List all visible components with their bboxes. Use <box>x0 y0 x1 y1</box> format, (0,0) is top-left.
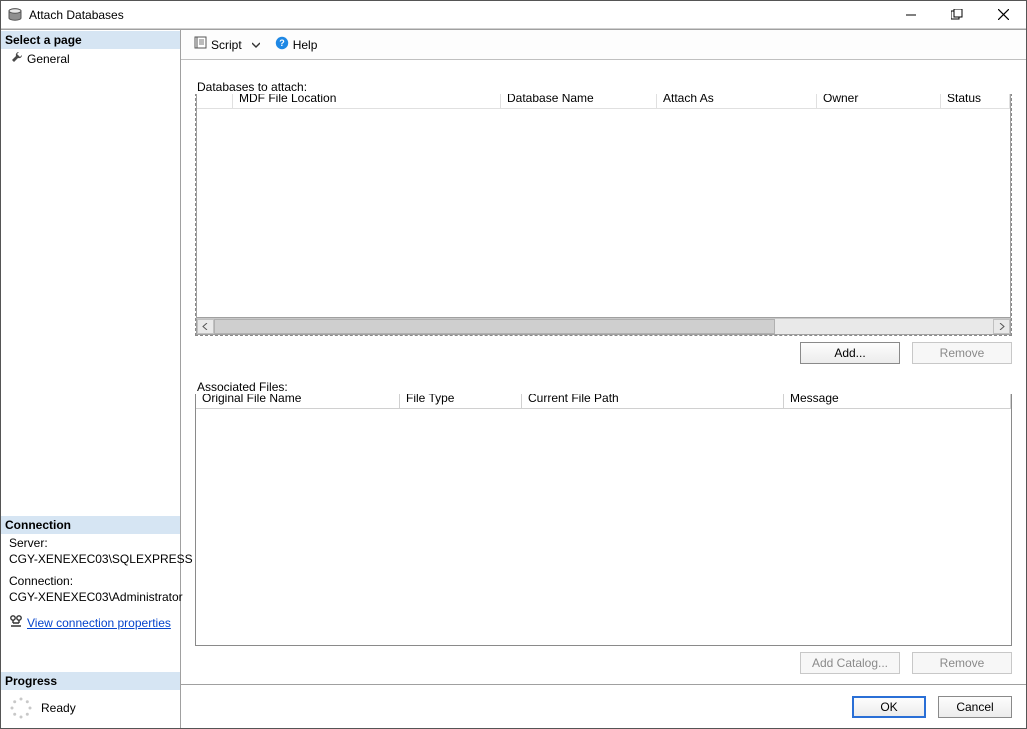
databases-to-attach-grid[interactable]: MDF File Location Database Name Attach A… <box>195 88 1012 336</box>
cancel-button[interactable]: Cancel <box>938 696 1012 718</box>
connection-label: Connection: <box>1 572 180 590</box>
script-label: Script <box>211 38 242 52</box>
progress-header: Progress <box>1 671 180 690</box>
title-bar: Attach Databases <box>1 1 1026 29</box>
scroll-thumb[interactable] <box>214 319 775 334</box>
add-catalog-button[interactable]: Add Catalog... <box>800 652 900 674</box>
chevron-right-icon <box>998 323 1005 330</box>
progress-status-text: Ready <box>41 701 76 715</box>
chevron-left-icon <box>202 323 209 330</box>
server-label: Server: <box>1 534 180 552</box>
connection-value: CGY-XENEXEC03\Administrator <box>1 590 180 610</box>
scroll-left-button[interactable] <box>197 319 214 334</box>
svg-text:?: ? <box>279 38 285 48</box>
dialog-footer: OK Cancel <box>181 684 1026 728</box>
left-navigation-panel: Select a page General Connection Server:… <box>1 30 181 728</box>
server-value: CGY-XENEXEC03\SQLEXPRESS <box>1 552 180 572</box>
wrench-icon <box>11 51 23 66</box>
dialog-toolbar: Script ? Help <box>181 30 1026 60</box>
page-item-general-label: General <box>27 52 70 66</box>
remove-button[interactable]: Remove <box>912 342 1012 364</box>
maximize-icon <box>951 9 963 21</box>
script-button[interactable]: Script <box>189 34 246 55</box>
help-icon: ? <box>275 36 289 53</box>
connection-properties-icon <box>9 614 23 631</box>
scroll-right-button[interactable] <box>993 319 1010 334</box>
window-minimize-button[interactable] <box>888 1 934 29</box>
associated-files-grid[interactable]: Original File Name File Type Current Fil… <box>195 388 1012 646</box>
minimize-icon <box>906 10 916 20</box>
page-item-general[interactable]: General <box>1 49 180 68</box>
grid1-hscrollbar[interactable] <box>196 318 1011 335</box>
attach-databases-dialog: Attach Databases Select a page <box>0 0 1027 729</box>
close-icon <box>998 9 1009 20</box>
connection-header: Connection <box>1 515 180 534</box>
script-dropdown-button[interactable] <box>250 36 262 54</box>
scroll-track[interactable] <box>214 319 993 334</box>
help-label: Help <box>293 38 318 52</box>
remove-file-button[interactable]: Remove <box>912 652 1012 674</box>
window-maximize-button[interactable] <box>934 1 980 29</box>
databases-to-attach-label: Databases to attach: <box>195 80 1012 94</box>
window-title: Attach Databases <box>29 8 124 22</box>
associated-files-label: Associated Files: <box>195 380 1012 394</box>
ok-button[interactable]: OK <box>852 696 926 718</box>
select-a-page-header: Select a page <box>1 30 180 49</box>
app-database-icon <box>7 7 23 23</box>
help-button[interactable]: ? Help <box>271 34 322 55</box>
window-close-button[interactable] <box>980 1 1026 29</box>
view-connection-properties-link[interactable]: View connection properties <box>27 616 171 630</box>
progress-spinner-icon <box>9 696 33 720</box>
chevron-down-icon <box>252 38 260 52</box>
script-icon <box>193 36 207 53</box>
add-button[interactable]: Add... <box>800 342 900 364</box>
grid2-body[interactable] <box>196 409 1011 645</box>
